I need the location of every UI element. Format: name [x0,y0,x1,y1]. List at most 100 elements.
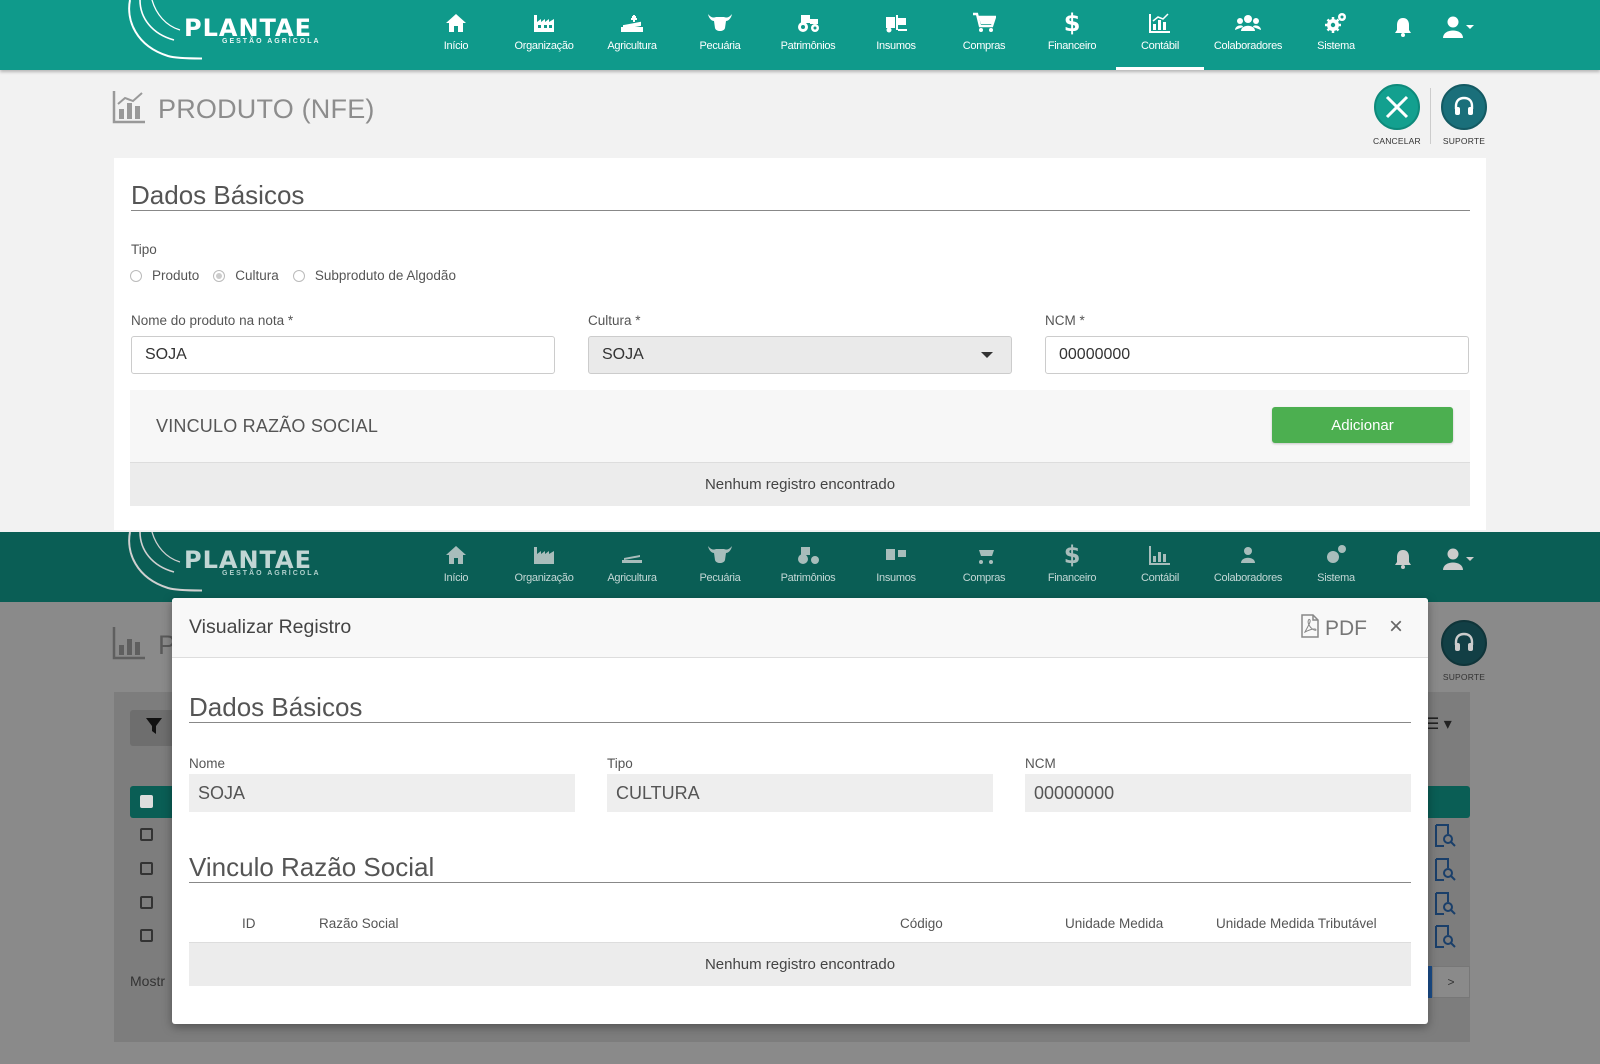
cancel-button[interactable]: CANCELAR [1373,84,1421,146]
nav-label: Colaboradores [1213,40,1283,52]
view-record-icon [1434,892,1456,921]
view-record-modal: Visualizar Registro PDF × Dados Básicos … [172,598,1428,1024]
nav-label: Insumos [876,572,916,584]
top-navbar: PLANTAE GESTÃO AGRÍCOLA Início Organizaç… [0,0,1600,70]
bell-icon [1394,549,1412,574]
radio-cultura[interactable]: Cultura [213,268,279,283]
vinculo-title: VINCULO RAZÃO SOCIAL [156,416,379,436]
nav-label: Insumos [876,40,916,52]
nav-financeiro: $ Financeiro [1028,532,1116,602]
nav-contabil[interactable]: Contábil [1116,0,1204,70]
nav-colaboradores[interactable]: Colaboradores [1204,0,1292,70]
radio-button[interactable] [130,269,142,282]
pagination-next: > [1432,966,1470,998]
support-label: SUPORTE [1442,136,1486,146]
nome-input[interactable]: SOJA [131,336,555,374]
nav-label: Contábil [1141,40,1179,52]
tractor-icon [796,543,820,567]
nav-financeiro[interactable]: $ Financeiro [1028,0,1116,70]
tipo-label: Tipo [607,756,633,771]
nav-insumos[interactable]: Insumos [852,0,940,70]
cow-icon [707,11,733,35]
column-header-id[interactable]: ID [242,916,256,931]
column-header-codigo[interactable]: Código [900,916,943,931]
vinculo-section-title: Vinculo Razão Social [189,852,435,882]
chart-icon [1149,11,1171,35]
cancel-label: CANCELAR [1373,136,1421,146]
main-nav: Início Organização Agricultura Pecuária … [412,0,1380,70]
gears-icon [1324,543,1348,567]
add-button[interactable]: Adicionar [1272,407,1453,443]
column-header-razao-social[interactable]: Razão Social [319,916,399,931]
nav-compras[interactable]: Compras [940,0,1028,70]
chart-icon [112,626,146,665]
radio-produto[interactable]: Produto [130,268,199,283]
nav-agricultura: Agricultura [588,532,676,602]
row-checkbox [140,828,153,841]
main-nav: Início Organização Agricultura Pecuária … [412,532,1380,602]
forklift-icon [884,543,908,567]
radio-label: Subproduto de Algodão [314,268,456,283]
nav-patrimonios: Patrimônios [764,532,852,602]
view-record-icon [1434,858,1456,887]
support-button[interactable]: SUPORTE [1441,84,1487,146]
nome-label: Nome do produto na nota * [131,313,294,328]
filter-button [130,710,178,746]
plantae-logo: PLANTAE GESTÃO AGRÍCOLA [122,532,332,594]
pdf-button[interactable]: PDF [1300,614,1367,644]
row-checkbox [140,896,153,909]
bell-icon[interactable] [1394,17,1412,42]
agriculture-icon [620,543,644,567]
column-header-unidade-medida[interactable]: Unidade Medida [1065,916,1163,931]
nav-label: Compras [962,572,1006,584]
cow-icon [707,543,733,567]
nav-patrimonios[interactable]: Patrimônios [764,0,852,70]
factory-icon [533,11,555,35]
dollar-icon: $ [1063,541,1081,569]
chart-icon [112,90,146,129]
close-icon[interactable]: × [1389,615,1403,639]
cultura-label: Cultura * [588,313,641,328]
filter-icon [145,717,163,740]
support-button: SUPORTE [1441,620,1487,682]
row-checkbox [140,929,153,942]
radio-subproduto[interactable]: Subproduto de Algodão [292,268,456,283]
section-divider [131,210,1470,211]
cart-icon [972,543,996,567]
radio-button[interactable] [213,269,226,282]
nav-colaboradores: Colaboradores [1204,532,1292,602]
modal-section-title: Dados Básicos [189,692,363,722]
nav-inicio[interactable]: Início [412,0,500,70]
tipo-field: CULTURA [607,774,993,812]
user-menu-icon[interactable] [1443,15,1475,44]
view-record-icon [1434,824,1456,853]
brand-subtitle: GESTÃO AGRÍCOLA [222,38,321,45]
modal-header: Visualizar Registro PDF × [172,598,1428,658]
home-icon [445,543,467,567]
nome-field: SOJA [189,774,575,812]
ncm-input[interactable]: 00000000 [1045,336,1469,374]
ncm-field: 00000000 [1025,774,1411,812]
home-icon [445,11,467,35]
nav-label: Sistema [1317,572,1355,584]
radio-button[interactable] [292,269,305,282]
headset-icon [1441,84,1487,130]
close-circle-icon [1373,84,1420,130]
plantae-logo[interactable]: PLANTAE GESTÃO AGRÍCOLA [122,0,332,62]
empty-message: Nenhum registro encontrado [130,462,1470,506]
nav-organizacao[interactable]: Organização [500,0,588,70]
nav-agricultura[interactable]: Agricultura [588,0,676,70]
nav-compras: Compras [940,532,1028,602]
support-label: SUPORTE [1442,672,1486,682]
nav-sistema[interactable]: Sistema [1292,0,1380,70]
nav-label: Patrimônios [780,572,836,584]
pdf-label: PDF [1325,617,1367,640]
nav-pecuaria: Pecuária [676,532,764,602]
section-divider [189,722,1411,723]
nav-pecuaria[interactable]: Pecuária [676,0,764,70]
cultura-select[interactable]: SOJA [588,336,1012,374]
dimmed-navbar: PLANTAE GESTÃO AGRÍCOLA Início Organizaç… [0,532,1600,602]
column-header-unidade-medida-tributavel[interactable]: Unidade Medida Tributável [1216,916,1377,931]
headset-icon [1441,620,1487,666]
section-divider [189,882,1411,883]
